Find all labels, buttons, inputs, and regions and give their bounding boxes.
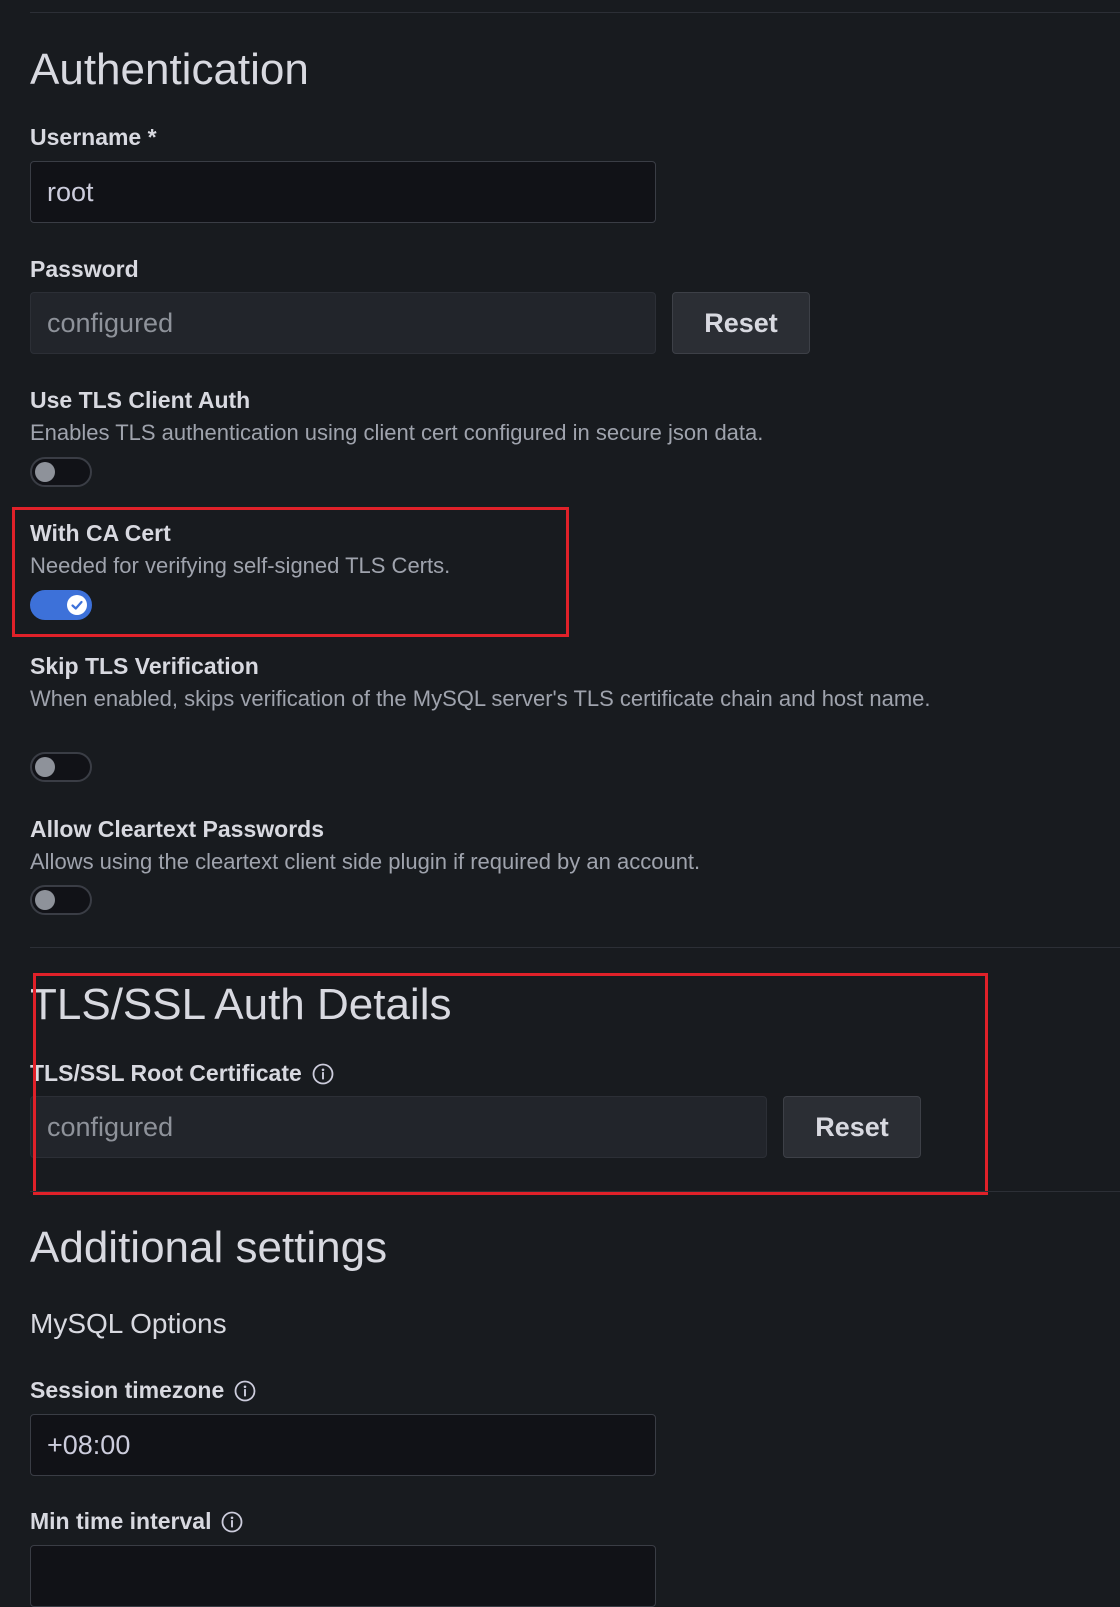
- toggle-knob: [35, 890, 55, 910]
- skip-tls-toggle[interactable]: [30, 752, 92, 782]
- password-label: Password: [30, 256, 139, 282]
- info-icon[interactable]: [234, 1380, 256, 1402]
- cleartext-description: Allows using the cleartext client side p…: [30, 849, 701, 874]
- toggle-knob: [35, 757, 55, 777]
- password-reset-button[interactable]: Reset: [672, 292, 810, 354]
- root-cert-reset-button[interactable]: Reset: [783, 1096, 921, 1158]
- username-input[interactable]: root: [30, 161, 656, 223]
- session-timezone-label-text: Session timezone: [30, 1377, 225, 1403]
- tls-client-auth-description: Enables TLS authentication using client …: [30, 420, 764, 445]
- info-icon[interactable]: [221, 1511, 243, 1533]
- toggle-knob: [67, 595, 87, 615]
- info-icon[interactable]: [312, 1063, 334, 1085]
- additional-settings-title: Additional settings: [30, 1223, 388, 1272]
- root-cert-label: TLS/SSL Root Certificate: [30, 1062, 334, 1085]
- mysql-options-title: MySQL Options: [30, 1308, 227, 1339]
- session-timezone-input[interactable]: +08:00: [30, 1414, 656, 1476]
- cleartext-toggle[interactable]: [30, 885, 92, 915]
- password-input[interactable]: configured: [30, 292, 656, 354]
- ca-cert-description: Needed for verifying self-signed TLS Cer…: [30, 553, 451, 578]
- username-label: Username *: [30, 124, 157, 150]
- session-timezone-label: Session timezone: [30, 1379, 256, 1402]
- ca-cert-toggle[interactable]: [30, 590, 92, 620]
- section-divider: [30, 947, 1120, 948]
- tls-client-auth-label: Use TLS Client Auth: [30, 387, 251, 413]
- root-cert-input[interactable]: configured: [30, 1096, 767, 1158]
- skip-tls-label: Skip TLS Verification: [30, 653, 259, 679]
- cleartext-label: Allow Cleartext Passwords: [30, 816, 324, 842]
- ca-cert-label: With CA Cert: [30, 520, 171, 546]
- top-divider: [30, 12, 1120, 13]
- tls-details-title: TLS/SSL Auth Details: [30, 980, 452, 1029]
- tls-client-auth-toggle[interactable]: [30, 457, 92, 487]
- min-time-interval-label: Min time interval: [30, 1510, 243, 1533]
- check-icon: [71, 600, 83, 610]
- authentication-title: Authentication: [30, 45, 309, 94]
- toggle-knob: [35, 462, 55, 482]
- min-time-interval-input[interactable]: [30, 1545, 656, 1607]
- min-time-interval-label-text: Min time interval: [30, 1508, 212, 1534]
- section-divider: [30, 1191, 1120, 1192]
- root-cert-label-text: TLS/SSL Root Certificate: [30, 1060, 302, 1086]
- skip-tls-description: When enabled, skips verification of the …: [30, 686, 931, 711]
